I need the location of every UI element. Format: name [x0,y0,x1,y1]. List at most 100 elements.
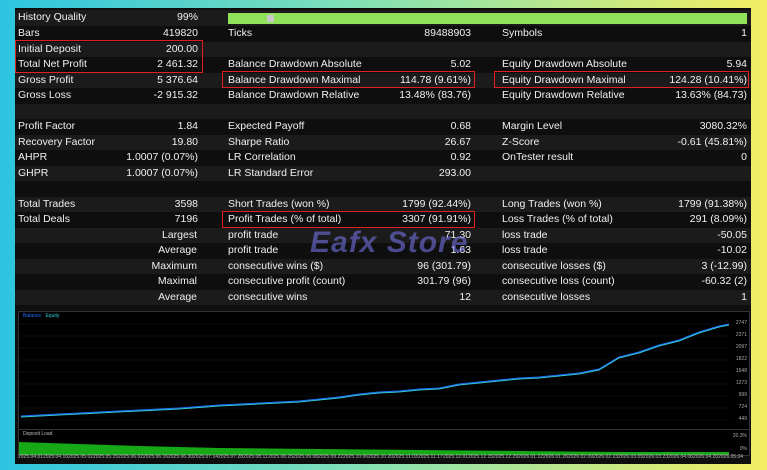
label-largest-loss-trade: loss trade [502,228,548,241]
row-gross-loss: Gross Loss -2 915.32 Balance Drawdown Re… [15,88,751,104]
date-tick: 2025.10.06 [343,454,369,460]
value-history-quality: 99% [176,11,198,23]
value-consecutive-losses-money: 3 (-12.99) [701,259,747,272]
value-expected-payoff: 0.68 [450,120,471,132]
date-tick: 2025.12.15 [468,454,494,460]
value-consecutive-wins: 12 [459,290,471,303]
highlight-deposit-profit [15,40,203,73]
label-sharpe-ratio: Sharpe Ratio [228,135,290,148]
date-tick: 2025.08.25 [268,454,294,460]
value-equity-drawdown-relative: 13.63% (84.73) [675,89,747,101]
value-lr-standard-error: 293.00 [438,166,471,179]
label-largest: Largest [161,228,197,241]
value-profit-factor: 1.84 [177,120,198,132]
label-consecutive-wins-money: consecutive wins ($) [228,259,324,272]
deposit-load-chart: Deposit Load 20.3% 0% [18,429,750,456]
label-expected-payoff: Expected Payoff [228,120,305,132]
balance-equity-chart: Balance Equity 2747 2371 2097 1822 1548 … [18,311,750,430]
value-largest-loss-trade: -50.05 [717,228,747,241]
date-tick: 2025.09.08 [293,454,319,460]
value-total-deals: 7196 [174,213,198,225]
y-tick: 999 [738,392,747,398]
label-maximum: Maximum [151,259,197,272]
label-lr-correlation: LR Correlation [228,151,296,163]
label-recovery-factor: Recovery Factor [18,135,96,148]
value-long-trades: 1799 (91.38%) [678,197,747,210]
label-ghpr: GHPR [18,166,49,179]
date-tick: 2026.03.23 [643,454,669,460]
date-axis: 2025.04.01 2025.04.16 2025.05.02 2025.05… [18,454,748,464]
equity-line [20,324,730,418]
y-tick: 724 [738,404,747,410]
chart-gridlines [19,323,729,421]
value-ticks: 89488903 [424,27,471,39]
value-sharpe-ratio: 26.67 [444,135,471,148]
label-consecutive-losses: consecutive losses [502,290,591,303]
date-tick: 2025.11.17 [418,454,443,460]
value-loss-trades: 291 (8.09%) [689,213,747,225]
value-lr-correlation: 0.92 [450,151,471,163]
row-profit-factor: Profit Factor 1.84 Expected Payoff 0.68 … [15,119,751,135]
label-average-profit-trade: profit trade [228,244,279,256]
value-symbols: 1 [741,27,747,39]
highlight-equity-drawdown [494,71,749,88]
value-consecutive-losses: 1 [741,290,747,303]
label-symbols: Symbols [502,27,543,39]
date-tick: 2025.10.20 [368,454,394,460]
row-recovery-factor: Recovery Factor 19.80 Sharpe Ratio 26.67… [15,134,751,150]
date-tick: 2025.12.29 [493,454,519,460]
deposit-load-plot [19,442,729,455]
row-spacer [15,103,751,119]
date-tick: 2025.08.11 [243,454,268,460]
date-tick: 2025.06.16 [143,454,169,460]
row-maximal: Maximal consecutive profit (count) 301.7… [15,274,751,290]
value-recovery-factor: 19.80 [171,135,198,148]
label-average: Average [158,244,197,256]
label-maximal: Maximal [157,275,197,287]
value-z-score: -0.61 (45.81%) [677,135,747,148]
label-average-loss-trade: loss trade [502,244,548,256]
label-consecutive-loss-count: consecutive loss (count) [502,275,615,287]
label-margin-level: Margin Level [502,120,563,132]
y-tick: 2097 [735,344,747,350]
value-ghpr: 1.0007 (0.07%) [126,166,198,179]
label-long-trades: Long Trades (won %) [502,197,602,210]
value-balance-drawdown-relative: 13.48% (83.76) [399,89,471,101]
label-balance-drawdown-relative: Balance Drawdown Relative [228,89,360,101]
date-tick: 2026.04.06 [668,454,694,460]
date-tick: 2025.07.14 [193,454,219,460]
date-tick: 2026.01.26 [543,454,569,460]
row-ghpr: GHPR 1.0007 (0.07%) LR Standard Error 29… [15,165,751,181]
date-tick: 2026.01.12 [518,454,544,460]
label-consecutive-losses-money: consecutive losses ($) [502,259,606,272]
label-ontester-result: OnTester result [502,151,574,163]
value-ahpr: 1.0007 (0.07%) [126,151,198,163]
date-tick: 2026.05.04 [718,454,744,460]
value-margin-level: 3080.32% [699,120,747,132]
balance-line [20,323,730,417]
label-loss-trades: Loss Trades (% of total) [502,213,613,225]
y-tick: 2747 [735,320,747,326]
date-tick: 2025.06.30 [168,454,194,460]
value-consecutive-loss-count: -60.32 (2) [701,275,747,287]
value-total-trades: 3598 [174,197,198,210]
label-ticks: Ticks [228,27,253,39]
date-tick: 2025.04.16 [43,454,69,460]
label-lr-standard-error: LR Standard Error [228,166,314,179]
date-tick: 2025.07.28 [218,454,244,460]
dd-tick: 20.3% [732,433,747,439]
value-short-trades: 1799 (92.44%) [402,197,471,210]
date-tick: 2026.02.23 [593,454,619,460]
date-tick: 2025.04.01 [18,454,44,460]
date-tick: 2026.03.09 [618,454,644,460]
label-equity-drawdown-relative: Equity Drawdown Relative [502,89,625,101]
date-tick: 2025.09.22 [318,454,344,460]
y-tick: 1822 [735,356,747,362]
row-average-consecutive: Average consecutive wins 12 consecutive … [15,289,751,305]
value-ontester-result: 0 [741,151,747,163]
row-maximum: Maximum consecutive wins ($) 96 (301.79)… [15,258,751,274]
history-quality-marker [267,15,274,22]
y-tick: 1273 [735,380,747,386]
row-total-trades: Total Trades 3598 Short Trades (won %) 1… [15,196,751,212]
label-consecutive-wins: consecutive wins [228,290,308,303]
